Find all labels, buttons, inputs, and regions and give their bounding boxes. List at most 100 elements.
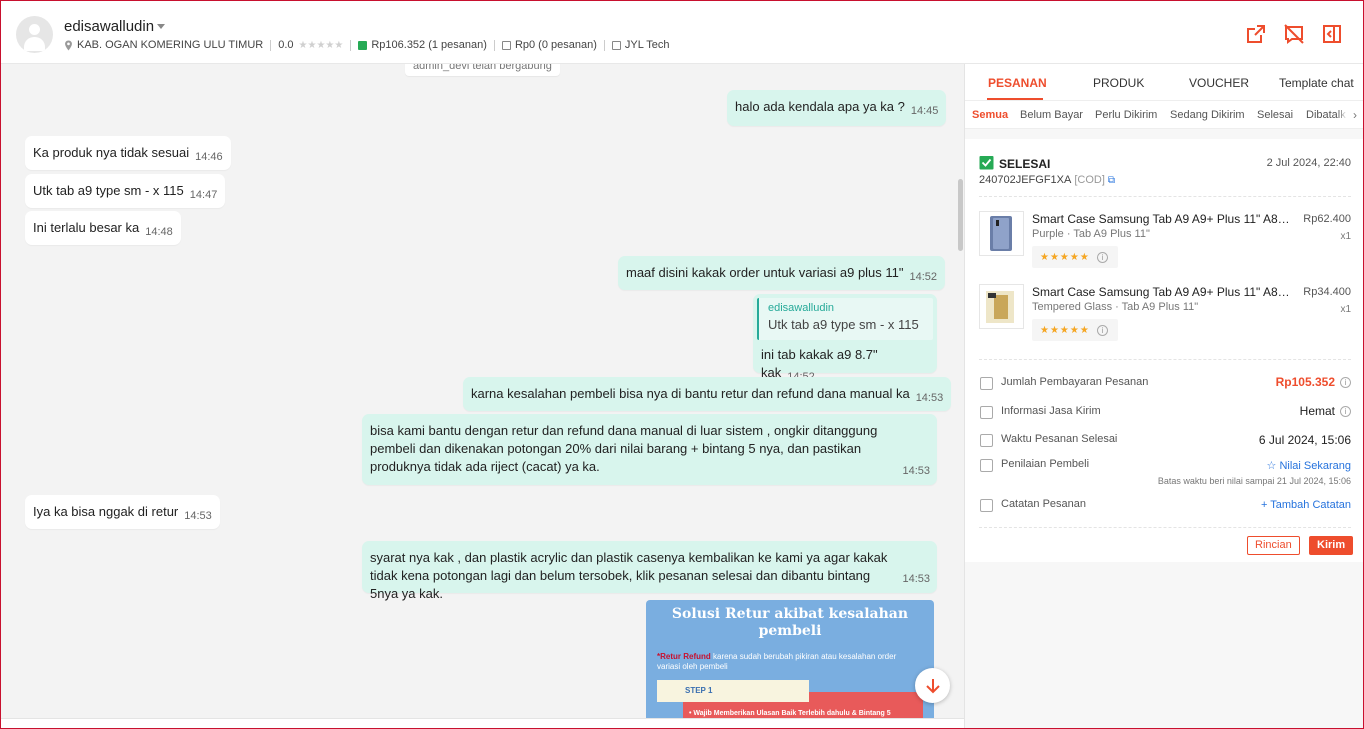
share-icon[interactable] <box>1245 23 1267 45</box>
rating-stars: ★★★★★ <box>1040 324 1090 336</box>
message-text: Utk tab a9 type sm - x 115 <box>33 183 184 198</box>
review-label: Penilaian Pembeli <box>1001 458 1090 470</box>
scroll-down-button[interactable] <box>915 668 950 703</box>
info-icon[interactable]: i <box>1340 405 1351 417</box>
product-qty: x1 <box>1340 304 1351 315</box>
message-bubble[interactable]: Ini terlalu besar ka 14:48 <box>25 211 181 245</box>
add-note-link[interactable]: + Tambah Catatan <box>1261 499 1351 511</box>
tab-template-chat[interactable]: Template chat <box>1279 76 1354 90</box>
product-price: Rp62.400 <box>1303 213 1351 225</box>
subtab-sedang-dikirim[interactable]: Sedang Dikirim <box>1170 109 1245 121</box>
message-time: 14:47 <box>189 189 218 201</box>
note-icon <box>980 499 993 512</box>
image-step: STEP 1 <box>657 680 809 702</box>
message-bubble[interactable]: halo ada kendala apa ya ka ? 14:45 <box>727 90 947 126</box>
tab-voucher[interactable]: VOUCHER <box>1189 76 1249 90</box>
location-pin-icon <box>65 40 72 50</box>
note-label: Catatan Pesanan <box>1001 498 1087 510</box>
buyer-username[interactable]: edisawalludin <box>64 18 154 35</box>
message-bubble[interactable]: bisa kami bantu dengan retur dan refund … <box>362 414 937 485</box>
finish-time-value: 6 Jul 2024, 15:06 <box>1258 433 1351 447</box>
rating-stars: ★★★★★ <box>298 39 344 51</box>
message-text: ini tab kakak a9 8.7" kak <box>761 347 878 380</box>
message-bubble[interactable]: karna kesalahan pembeli bisa nya di bant… <box>463 377 952 411</box>
product-qty: x1 <box>1340 231 1351 242</box>
order-date: 2 Jul 2024, 22:40 <box>1266 157 1351 169</box>
info-icon[interactable]: i <box>1340 376 1351 388</box>
avatar[interactable] <box>16 16 53 53</box>
message-bubble-reply[interactable]: edisawalludin Utk tab a9 type sm - x 115… <box>753 294 937 383</box>
message-time: 14:53 <box>915 392 944 404</box>
message-bubble[interactable]: maaf disini kakak order untuk variasi a9… <box>618 256 946 290</box>
image-message[interactable]: Solusi Retur akibat kesalahan pembeli *R… <box>646 600 934 718</box>
rate-now-link[interactable]: ☆ Nilai Sekarang <box>1267 459 1351 472</box>
cod-badge: [COD] <box>1074 174 1105 186</box>
product-variant: Tempered Glass · Tab A9 Plus 11" <box>1032 301 1199 313</box>
arrow-down-icon <box>925 678 940 693</box>
chat-messages[interactable]: admin_devi telah bergabung halo ada kend… <box>1 64 964 718</box>
message-text: Ka produk nya tidak sesuai <box>33 145 190 160</box>
info-icon[interactable]: i <box>1096 251 1108 263</box>
subtab-semua[interactable]: Semua <box>972 109 1008 121</box>
subtab-belum-bayar[interactable]: Belum Bayar <box>1020 109 1083 121</box>
payment-icon <box>980 377 993 390</box>
wallet-icon <box>501 40 511 50</box>
quoted-author: edisawalludin <box>768 302 835 314</box>
rating-stars: ★★★★★ <box>1040 251 1090 263</box>
send-button[interactable]: Kirim <box>1309 536 1354 555</box>
info-icon[interactable]: i <box>1096 324 1108 336</box>
message-bubble[interactable]: syarat nya kak , dan plastik acrylic dan… <box>362 541 937 601</box>
message-time: 14:46 <box>195 151 223 163</box>
message-time: 14:48 <box>145 226 173 238</box>
chevron-right-icon[interactable]: › <box>1346 101 1363 128</box>
shipping-label: Informasi Jasa Kirim <box>1001 405 1101 417</box>
chat-scrollbar[interactable] <box>958 179 963 251</box>
star-badge-icon <box>980 459 993 472</box>
review-deadline: Batas waktu beri nilai sampai 21 Jul 202… <box>1157 476 1351 486</box>
message-bubble[interactable]: Iya ka bisa nggak di retur 14:53 <box>25 495 220 529</box>
shipping-value: Hemat i <box>1300 404 1351 418</box>
truck-icon <box>980 406 993 419</box>
shop-name: JYL Tech <box>624 39 670 51</box>
message-text: maaf disini kakak order untuk variasi a9… <box>626 265 904 280</box>
product-thumbnail[interactable] <box>979 211 1024 256</box>
image-title: Solusi Retur akibat kesalahan pembeli <box>671 606 909 639</box>
check-badge-icon <box>979 156 994 170</box>
subtab-perlu-dikirim[interactable]: Perlu Dikirim <box>1095 109 1157 121</box>
quoted-message[interactable]: edisawalludin Utk tab a9 type sm - x 115 <box>757 298 933 340</box>
message-time: 14:52 <box>909 271 938 283</box>
product-thumbnail[interactable] <box>979 284 1024 329</box>
shop-icon <box>611 40 621 50</box>
tab-produk[interactable]: PRODUK <box>1093 76 1144 90</box>
product-name[interactable]: Smart Case Samsung Tab A9 A9+ Plus 11" A… <box>1032 285 1290 299</box>
payment-value: Rp105.352 i <box>1276 375 1351 389</box>
panel-toggle-icon[interactable] <box>1321 23 1343 45</box>
mute-icon[interactable] <box>1283 23 1305 45</box>
product-variant: Purple · Tab A9 Plus 11" <box>1032 228 1150 240</box>
message-bubble[interactable]: Ka produk nya tidak sesuai 14:46 <box>25 136 231 170</box>
order-panel: PESANAN PRODUK VOUCHER Template chat Sem… <box>964 64 1363 728</box>
subtab-selesai[interactable]: Selesai <box>1257 109 1293 121</box>
product-price: Rp34.400 <box>1303 286 1351 298</box>
product-rating: ★★★★★ i <box>1032 319 1118 341</box>
message-time: 14:53 <box>184 510 212 522</box>
chevron-down-icon[interactable] <box>157 24 165 29</box>
tab-pesanan[interactable]: PESANAN <box>988 76 1047 90</box>
external-link-icon[interactable]: ⧉ <box>1108 175 1115 186</box>
panel-tabs: PESANAN PRODUK VOUCHER Template chat <box>965 64 1363 101</box>
finish-time-label: Waktu Pesanan Selesai <box>1001 433 1118 445</box>
message-time: 14:53 <box>902 465 930 477</box>
chat-input-area[interactable] <box>1 718 964 728</box>
buyer-meta: KAB. OGAN KOMERING ULU TIMUR 0.0 ★★★★★ R… <box>64 39 670 51</box>
buyer-spent: Rp106.352 (1 pesanan) <box>371 39 487 51</box>
message-text: karna kesalahan pembeli bisa nya di bant… <box>471 386 910 401</box>
buyer-other: Rp0 (0 pesanan) <box>514 39 597 51</box>
product-name[interactable]: Smart Case Samsung Tab A9 A9+ Plus 11" A… <box>1032 212 1290 226</box>
order-status: SELESAI <box>999 157 1051 171</box>
order-id: 240702JEFGF1XA [COD] ⧉ <box>979 174 1116 186</box>
order-card[interactable]: SELESAI 2 Jul 2024, 22:40 240702JEFGF1XA… <box>965 139 1363 562</box>
message-bubble[interactable]: Utk tab a9 type sm - x 115 14:47 <box>25 174 226 208</box>
message-text: syarat nya kak , dan plastik acrylic dan… <box>370 550 888 601</box>
check-icon <box>358 40 368 50</box>
detail-button[interactable]: Rincian <box>1247 536 1300 555</box>
